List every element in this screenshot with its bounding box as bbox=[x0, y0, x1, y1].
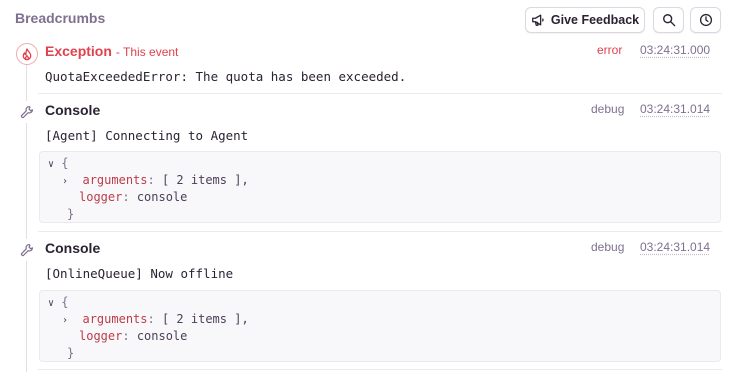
crumb-subtitle: - This event bbox=[115, 45, 179, 59]
crumb-message: [Agent] Connecting to Agent bbox=[45, 128, 249, 143]
level-label: debug bbox=[591, 240, 625, 254]
crumb-type: Console bbox=[45, 240, 101, 256]
wrench-icon bbox=[16, 101, 38, 123]
section-title: Breadcrumbs bbox=[15, 10, 106, 26]
timestamp[interactable]: 03:24:31.000 bbox=[640, 43, 710, 57]
chevron-down-icon[interactable]: ∨ bbox=[48, 298, 54, 309]
breadcrumb-item: Console debug 03:24:31.014 [Agent] Conne… bbox=[0, 94, 734, 232]
clock-icon bbox=[699, 13, 713, 27]
arguments-row[interactable]: › arguments: [ 2 items ], bbox=[62, 173, 249, 187]
fire-icon bbox=[16, 43, 38, 65]
search-button[interactable] bbox=[653, 7, 684, 33]
megaphone-icon bbox=[531, 13, 545, 27]
arguments-row[interactable]: › arguments: [ 2 items ], bbox=[62, 312, 249, 326]
crumb-title: Exception - This event bbox=[45, 43, 178, 59]
crumb-type: Exception bbox=[45, 43, 112, 59]
timestamp[interactable]: 03:24:31.014 bbox=[640, 240, 710, 254]
crumb-message: [OnlineQueue] Now offline bbox=[45, 266, 234, 281]
timestamp[interactable]: 03:24:31.014 bbox=[640, 102, 710, 116]
object-close: } bbox=[67, 346, 75, 360]
logger-row: logger: console bbox=[79, 329, 188, 343]
crumb-data-viewer: ∨ { › arguments: [ 2 items ], logger: co… bbox=[39, 151, 721, 223]
level-label: debug bbox=[591, 102, 625, 116]
breadcrumb-item: Exception - This event error 03:24:31.000… bbox=[0, 38, 734, 94]
wrench-icon bbox=[16, 239, 38, 261]
search-icon bbox=[662, 13, 676, 27]
object-open[interactable]: ∨ { bbox=[48, 295, 69, 309]
logger-row: logger: console bbox=[79, 190, 188, 204]
object-close: } bbox=[67, 207, 75, 221]
level-label: error bbox=[597, 43, 623, 57]
divider bbox=[38, 369, 722, 370]
crumb-data-viewer: ∨ { › arguments: [ 2 items ], logger: co… bbox=[39, 290, 721, 362]
give-feedback-button[interactable]: Give Feedback bbox=[525, 7, 645, 33]
give-feedback-label: Give Feedback bbox=[550, 13, 640, 27]
chevron-down-icon[interactable]: ∨ bbox=[48, 159, 54, 170]
time-format-button[interactable] bbox=[690, 7, 721, 33]
breadcrumb-item: Console debug 03:24:31.014 [OnlineQueue]… bbox=[0, 232, 734, 372]
chevron-right-icon[interactable]: › bbox=[62, 315, 68, 326]
chevron-right-icon[interactable]: › bbox=[62, 176, 68, 187]
crumb-type: Console bbox=[45, 102, 101, 118]
breadcrumbs-header: Breadcrumbs Give Feedback bbox=[0, 0, 734, 38]
object-open[interactable]: ∨ { bbox=[48, 156, 69, 170]
crumb-message: QuotaExceededError: The quota has been e… bbox=[45, 69, 407, 84]
